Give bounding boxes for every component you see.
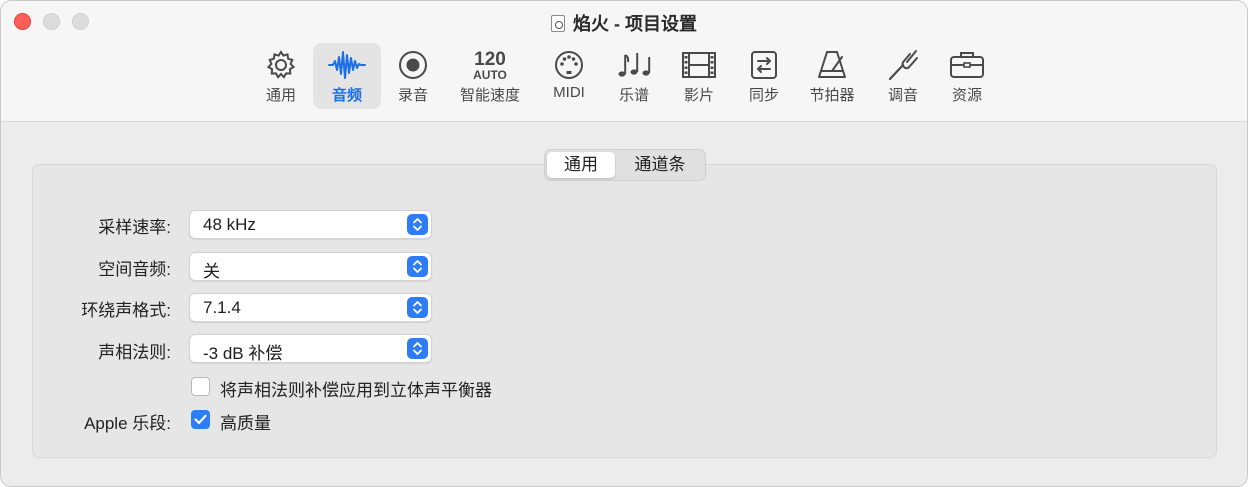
toolbar: 焰火 - 项目设置 通用 音频 录音 120 AUTO 智能速度 MIDI 乐谱… <box>1 1 1247 122</box>
spatial-audio-value: 关 <box>203 262 220 281</box>
sample-rate-popup[interactable]: 48 kHz <box>189 210 432 239</box>
window-title-text: 焰火 - 项目设置 <box>573 14 697 34</box>
checkmark-icon <box>194 414 207 425</box>
briefcase-icon <box>933 49 1001 81</box>
stereo-balancer-label: 将声相法则补偿应用到立体声平衡器 <box>220 381 492 400</box>
tab-assets[interactable]: 资源 <box>933 43 1001 109</box>
stereo-balancer-checkbox[interactable] <box>191 377 210 396</box>
gear-icon <box>247 49 315 81</box>
surround-format-label: 环绕声格式: <box>81 301 171 320</box>
spatial-audio-label: 空间音频: <box>98 260 171 279</box>
score-icon <box>600 49 668 81</box>
chevron-updown-icon <box>407 297 428 318</box>
record-icon <box>379 49 447 81</box>
tempo-mode: AUTO <box>473 67 507 82</box>
chevron-updown-icon <box>407 214 428 235</box>
metronome-icon <box>798 49 866 81</box>
segment-general[interactable]: 通用 <box>547 152 615 178</box>
pan-law-popup[interactable]: -3 dB 补偿 <box>189 334 432 363</box>
apple-loops-label: Apple 乐段: <box>84 414 171 433</box>
sync-icon <box>730 49 798 81</box>
surround-format-popup[interactable]: 7.1.4 <box>189 293 432 322</box>
sample-rate-value: 48 kHz <box>203 215 256 234</box>
tab-recording[interactable]: 录音 <box>379 43 447 109</box>
window-title: 焰火 - 项目设置 <box>1 10 1247 36</box>
tab-smart-tempo[interactable]: 120 AUTO 智能速度 <box>456 43 524 109</box>
spatial-audio-popup[interactable]: 关 <box>189 252 432 281</box>
smart-tempo-icon: 120 AUTO <box>456 49 524 81</box>
sample-rate-label: 采样速率: <box>98 218 171 237</box>
tuning-fork-icon <box>869 49 937 81</box>
segment-channel-strip[interactable]: 通道条 <box>617 152 703 178</box>
tab-label: 智能速度 <box>459 87 520 104</box>
tab-metronome[interactable]: 节拍器 <box>798 43 866 109</box>
high-quality-label: 高质量 <box>220 414 271 433</box>
project-settings-window: 焰火 - 项目设置 通用 音频 录音 120 AUTO 智能速度 MIDI 乐谱… <box>0 0 1248 487</box>
pan-law-value: -3 dB 补偿 <box>203 344 283 363</box>
midi-icon <box>535 49 603 81</box>
tab-label: 资源 <box>951 87 982 104</box>
chevron-updown-icon <box>407 338 428 359</box>
segmented-control: 通用 通道条 <box>544 149 706 181</box>
tab-label: 录音 <box>397 87 428 104</box>
surround-format-value: 7.1.4 <box>203 298 241 317</box>
document-icon <box>551 15 565 32</box>
pan-law-label: 声相法则: <box>98 343 171 362</box>
settings-tabs: 通用 音频 录音 120 AUTO 智能速度 MIDI 乐谱 影片 同步 节拍器… <box>1 43 1247 109</box>
high-quality-checkbox[interactable] <box>191 410 210 429</box>
waveform-icon <box>313 49 381 81</box>
film-icon <box>665 49 733 81</box>
chevron-updown-icon <box>407 256 428 277</box>
tempo-value: 120 <box>474 48 506 70</box>
